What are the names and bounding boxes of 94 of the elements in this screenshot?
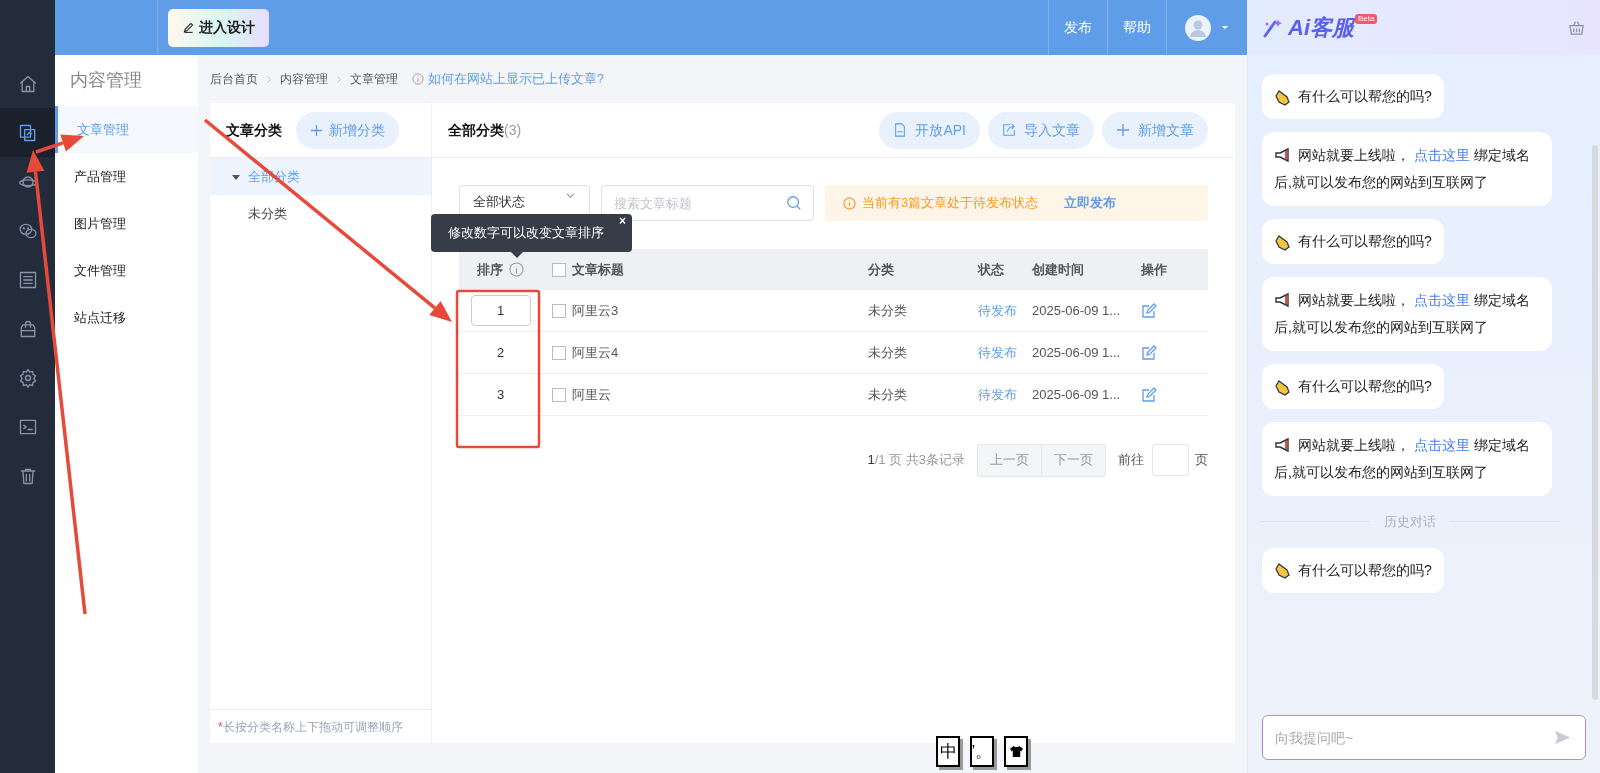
info-icon (412, 73, 424, 85)
order-input[interactable]: 1 (470, 295, 531, 326)
tree-item[interactable]: 未分类 (210, 195, 431, 232)
link[interactable]: 点击这里 (1413, 292, 1470, 308)
caret-icon[interactable] (1221, 25, 1229, 30)
alert-text: 当前有3篇文章处于待发布状态 (862, 194, 1039, 213)
sidebar-item[interactable]: 站点迁移 (55, 294, 198, 341)
scrollbar[interactable] (1592, 145, 1598, 700)
pencil-icon (182, 21, 195, 34)
breadcrumb-item[interactable]: 后台首页 (210, 70, 258, 88)
home-icon (17, 73, 38, 94)
column-header: 排序 (477, 260, 503, 279)
order-number[interactable]: 2 (496, 342, 505, 363)
status-text: 待发布 (978, 302, 1017, 318)
table-cell: 2025-06-09 1... (1032, 344, 1121, 360)
rail-item[interactable] (0, 108, 55, 157)
documents-icon (17, 122, 38, 143)
goto-label: 前往 (1118, 451, 1144, 470)
warning-icon (843, 196, 856, 210)
order-number[interactable]: 3 (496, 384, 505, 405)
breadcrumb-item[interactable]: 内容管理 (280, 70, 328, 88)
tree-item-label: 未分类 (248, 204, 287, 223)
settings-icon (17, 367, 38, 388)
column-header: 文章标题 (572, 260, 624, 279)
sidebar-item[interactable]: 文件管理 (55, 247, 198, 294)
chat-message: 网站就要上线啦， 点击这里 绑定域名后,就可以发布您的网站到互联网了 (1274, 289, 1531, 337)
table-cell-text: 阿里云3 (572, 301, 619, 320)
table-cell: 2025-06-09 1... (1032, 386, 1121, 402)
info-icon[interactable] (509, 262, 524, 277)
panel-title: 全部分类 (448, 120, 504, 140)
file-icon (893, 123, 908, 137)
megaphone-icon (1274, 145, 1292, 164)
chevron-icon (266, 74, 272, 84)
table-cell: 未分类 (868, 386, 907, 402)
plus-icon (1116, 123, 1130, 137)
chat-message: 网站就要上线啦， 点击这里 绑定域名后,就可以发布您的网站到互联网了 (1274, 434, 1531, 482)
sidebar-item[interactable]: 产品管理 (55, 153, 198, 200)
ime-button[interactable]: 中 (936, 736, 960, 767)
plus-icon (310, 123, 323, 137)
edit-icon[interactable] (1141, 302, 1157, 319)
table-cell: 未分类 (868, 302, 907, 318)
column-header: 创建时间 (1032, 260, 1084, 279)
edit-icon[interactable] (1141, 344, 1157, 361)
megaphone-icon (1274, 435, 1292, 454)
search-icon[interactable] (786, 195, 802, 211)
ime-button[interactable]: ’。 (970, 736, 994, 767)
breadcrumb-item: 文章管理 (350, 71, 398, 88)
table-cell: 未分类 (868, 344, 907, 360)
chat-message: 有什么可以帮您的吗? (1298, 560, 1432, 580)
divider-label: 历史对话 (1384, 513, 1436, 531)
chat-message: 网站就要上线啦， 点击这里 绑定域名后,就可以发布您的网站到互联网了 (1274, 144, 1531, 192)
tooltip-text: 修改数字可以改变文章排序 (448, 224, 604, 243)
item-count: (3) (504, 120, 522, 140)
shirt-icon (1008, 745, 1024, 758)
table-cell: 2025-06-09 1... (1032, 302, 1121, 318)
list-icon (17, 269, 38, 290)
status-text: 待发布 (978, 344, 1017, 360)
hint-text: 长按分类名称上下拖动可调整顺序 (222, 718, 403, 736)
checkbox[interactable] (552, 345, 566, 360)
chat-message: 有什么可以帮您的吗? (1298, 377, 1432, 396)
avatar-icon[interactable] (1185, 14, 1211, 41)
column-header: 分类 (868, 260, 894, 279)
edit-icon[interactable] (1141, 386, 1157, 403)
ime-button[interactable] (1004, 736, 1028, 767)
sidebar-title: 内容管理 (69, 69, 143, 92)
column-header: 操作 (1141, 260, 1167, 279)
table-cell-text: 阿里云4 (572, 343, 619, 362)
link[interactable]: 点击这里 (1413, 437, 1470, 453)
status-text: 待发布 (978, 386, 1017, 402)
link[interactable]: 点击这里 (1413, 147, 1470, 163)
column-header: 状态 (978, 260, 1004, 279)
basket-icon[interactable] (1568, 19, 1585, 36)
chat-message: 有什么可以帮您的吗? (1298, 87, 1432, 106)
send-icon[interactable] (1553, 728, 1572, 747)
checkbox[interactable] (552, 387, 566, 402)
chevron-icon (336, 74, 342, 84)
page-unit: 页 (1195, 451, 1208, 470)
required-marker: * (218, 718, 223, 736)
page-info: 1/1 页 共3条记录 (867, 451, 965, 470)
sidebar-item[interactable]: 图片管理 (55, 200, 198, 247)
beta-badge: Beta (1355, 13, 1378, 24)
caret-icon[interactable] (232, 172, 240, 181)
megaphone-icon (1274, 290, 1292, 309)
chat-logo: Ai客服 (1288, 14, 1354, 42)
design-button[interactable]: 进入设计 (168, 8, 269, 47)
checkbox[interactable] (552, 262, 566, 277)
panel-title: 文章分类 (226, 120, 282, 140)
table-cell-text: 阿里云 (572, 385, 611, 404)
chevron-down-icon (565, 192, 576, 199)
chat-message: 有什么可以帮您的吗? (1298, 232, 1432, 251)
export-icon (1002, 123, 1016, 137)
page-input[interactable] (1152, 444, 1189, 476)
checkbox[interactable] (552, 303, 566, 318)
chat-input[interactable]: 向我提问吧~ (1262, 715, 1586, 760)
